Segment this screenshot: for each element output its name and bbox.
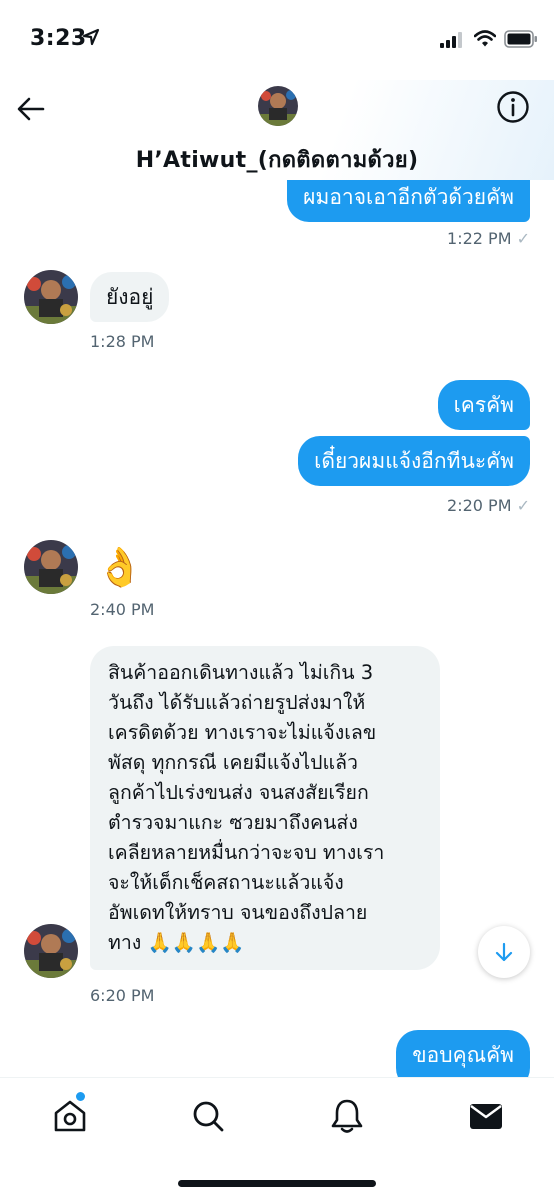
location-arrow-icon bbox=[82, 28, 100, 46]
outgoing-message[interactable]: เครคัพ bbox=[437, 380, 530, 430]
message-timestamp: 1:22 PM ✓ bbox=[447, 229, 530, 248]
scroll-to-bottom-button[interactable] bbox=[478, 926, 530, 978]
read-check-icon: ✓ bbox=[516, 496, 530, 515]
status-bar: 3:23 bbox=[0, 0, 554, 80]
home-notification-dot bbox=[76, 1092, 85, 1101]
cellular-signal-icon bbox=[440, 32, 462, 48]
incoming-message[interactable]: สินค้าออกเดินทางแล้ว ไม่เกิน 3 วันถึง ได… bbox=[90, 646, 440, 970]
info-icon[interactable] bbox=[496, 90, 530, 124]
outgoing-message[interactable]: เดี๋ยวผมแจ้งอีกทีนะคัพ bbox=[298, 436, 530, 486]
incoming-emoji-message[interactable]: 👌 bbox=[96, 544, 143, 590]
sender-avatar[interactable] bbox=[24, 540, 78, 594]
incoming-message[interactable]: ยังอยู่ bbox=[90, 272, 170, 322]
sender-avatar[interactable] bbox=[24, 270, 78, 324]
home-indicator bbox=[178, 1180, 376, 1187]
arrow-down-icon bbox=[495, 942, 513, 962]
back-arrow-icon[interactable] bbox=[16, 94, 46, 124]
search-icon[interactable] bbox=[188, 1096, 228, 1136]
message-timestamp: 1:28 PM bbox=[90, 332, 155, 351]
mail-icon[interactable] bbox=[466, 1096, 506, 1136]
read-check-icon: ✓ bbox=[516, 229, 530, 248]
conversation-header: H’Atiwut_(กดติดตามด้วย) bbox=[0, 80, 554, 180]
sender-avatar[interactable] bbox=[24, 924, 78, 978]
message-timestamp: 2:40 PM bbox=[90, 600, 155, 619]
bell-icon[interactable] bbox=[327, 1096, 367, 1136]
contact-name[interactable]: H’Atiwut_(กดติดตามด้วย) bbox=[0, 142, 554, 177]
status-time: 3:23 bbox=[30, 26, 87, 51]
message-timestamp: 2:20 PM ✓ bbox=[447, 496, 530, 515]
message-timestamp: 6:20 PM bbox=[90, 986, 155, 1005]
outgoing-message[interactable]: ขอบคุณคัพ bbox=[396, 1030, 530, 1077]
contact-avatar[interactable] bbox=[258, 86, 298, 126]
battery-icon bbox=[504, 30, 537, 48]
message-thread[interactable]: ผมอาจเอาอีกตัวด้วยคัพ 1:22 PM ✓ ยังอยู่ … bbox=[0, 180, 554, 1077]
home-icon[interactable] bbox=[50, 1096, 90, 1136]
outgoing-message[interactable]: ผมอาจเอาอีกตัวด้วยคัพ bbox=[287, 180, 530, 222]
wifi-icon bbox=[474, 30, 496, 47]
